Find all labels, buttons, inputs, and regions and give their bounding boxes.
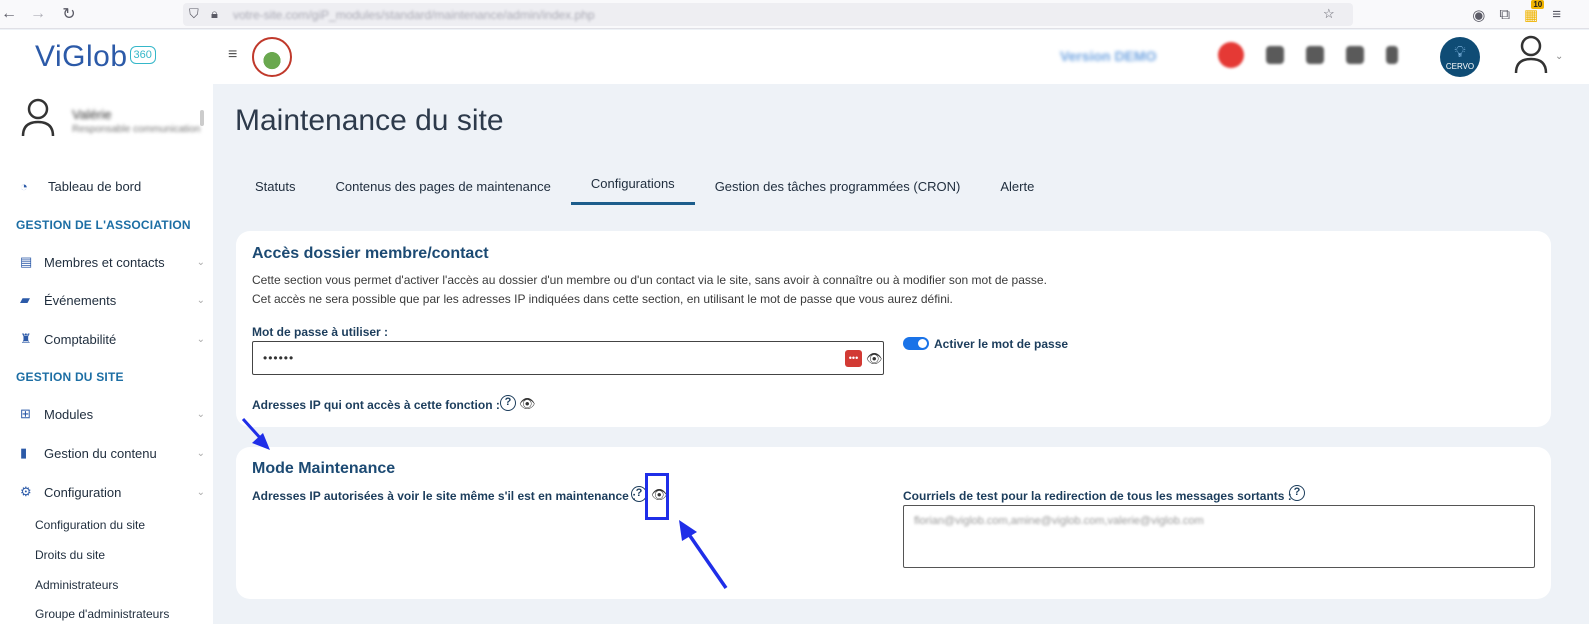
annotation-arrow-icon	[241, 417, 270, 450]
annotation-arrow-icon	[679, 520, 728, 589]
annotation-overlay	[241, 417, 728, 589]
